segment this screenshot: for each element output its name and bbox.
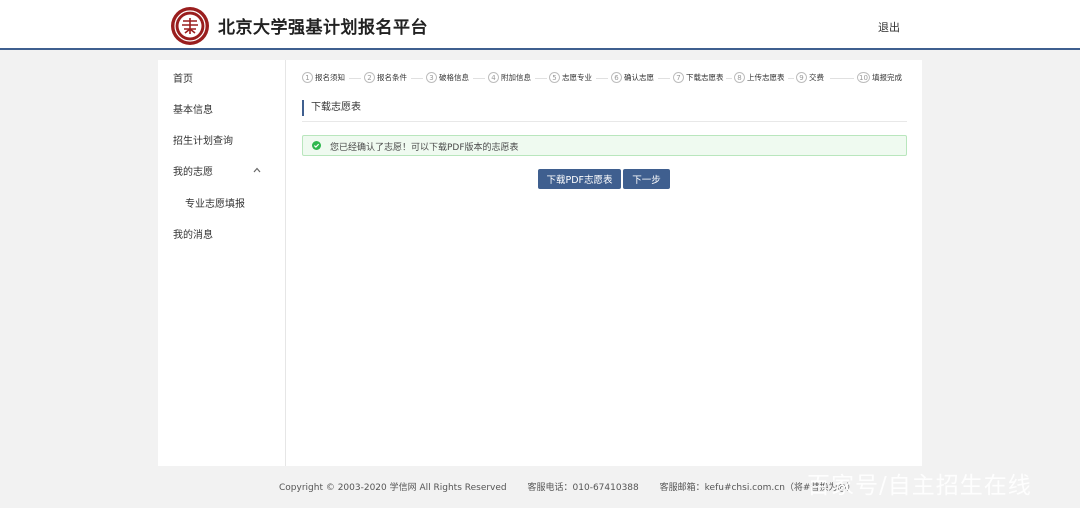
step-progress: 1 报名须知 2 报名条件 3 破格信息 4 附加信息 5 志愿专业 6 确认志… (302, 72, 912, 88)
site-title: 北京大学强基计划报名平台 (218, 18, 428, 38)
alert-message: 您已经确认了志愿！可以下载PDF版本的志愿表 (330, 143, 519, 153)
top-header: 北京大学强基计划报名平台 退出 (0, 0, 1080, 50)
step-label: 下载志愿表 (686, 73, 724, 82)
copyright-text: Copyright © 2003-2020 学信网 All Rights Res… (279, 483, 507, 493)
step-connector (788, 78, 794, 79)
success-alert: 您已经确认了志愿！可以下载PDF版本的志愿表 (302, 135, 907, 156)
sidebar-item-basic-info[interactable]: 基本信息 (173, 101, 213, 116)
step-number: 6 (611, 72, 622, 83)
step-item: 8 上传志愿表 (734, 72, 785, 83)
step-label: 报名条件 (377, 73, 407, 82)
step-label: 报名须知 (315, 73, 345, 82)
step-label: 填报完成 (872, 73, 902, 82)
step-item: 5 志愿专业 (549, 72, 592, 83)
step-number: 8 (734, 72, 745, 83)
step-label: 确认志愿 (624, 73, 654, 82)
main-panel: 1 报名须知 2 报名条件 3 破格信息 4 附加信息 5 志愿专业 6 确认志… (286, 60, 922, 466)
step-number: 1 (302, 72, 313, 83)
step-number: 5 (549, 72, 560, 83)
step-connector (349, 78, 361, 79)
step-item: 3 破格信息 (426, 72, 469, 83)
section-title: 下载志愿表 (302, 100, 361, 116)
chevron-up-icon[interactable] (253, 167, 261, 173)
step-number: 9 (796, 72, 807, 83)
step-connector (411, 78, 423, 79)
step-item: 1 报名须知 (302, 72, 345, 83)
watermark: 百家号/自主招生在线 (807, 473, 1032, 499)
check-circle-icon (312, 141, 321, 150)
service-phone: 客服电话：010-67410388 (527, 483, 639, 493)
step-item: 7 下载志愿表 (673, 72, 724, 83)
step-connector (830, 78, 854, 79)
sidebar: 首页 基本信息 招生计划查询 我的志愿 专业志愿填报 我的消息 (158, 60, 286, 466)
step-connector (596, 78, 608, 79)
step-connector (473, 78, 485, 79)
pku-seal-icon (171, 7, 209, 45)
logout-link[interactable]: 退出 (878, 19, 900, 35)
step-label: 上传志愿表 (747, 73, 785, 82)
download-pdf-button[interactable]: 下载PDF志愿表 (538, 169, 621, 189)
step-label: 破格信息 (439, 73, 469, 82)
step-item: 6 确认志愿 (611, 72, 654, 83)
sidebar-item-enrollment-plan[interactable]: 招生计划查询 (173, 132, 233, 147)
step-label: 交费 (809, 73, 824, 82)
step-number: 7 (673, 72, 684, 83)
step-number: 4 (488, 72, 499, 83)
step-item: 9 交费 (796, 72, 824, 83)
sidebar-item-major-wish-fill[interactable]: 专业志愿填报 (185, 195, 245, 210)
step-label: 附加信息 (501, 73, 531, 82)
step-connector (535, 78, 547, 79)
sidebar-item-home[interactable]: 首页 (173, 70, 193, 85)
step-number: 10 (857, 72, 870, 83)
step-item: 2 报名条件 (364, 72, 407, 83)
step-number: 3 (426, 72, 437, 83)
step-item: 10 填报完成 (857, 72, 902, 83)
step-label: 志愿专业 (562, 73, 592, 82)
divider (302, 121, 907, 122)
footer: Copyright © 2003-2020 学信网 All Rights Res… (279, 480, 873, 493)
sidebar-item-my-messages[interactable]: 我的消息 (173, 226, 213, 241)
step-connector (658, 78, 670, 79)
step-connector (726, 78, 732, 79)
step-item: 4 附加信息 (488, 72, 531, 83)
next-step-button[interactable]: 下一步 (623, 169, 670, 189)
sidebar-item-my-wishes[interactable]: 我的志愿 (173, 163, 213, 178)
step-number: 2 (364, 72, 375, 83)
